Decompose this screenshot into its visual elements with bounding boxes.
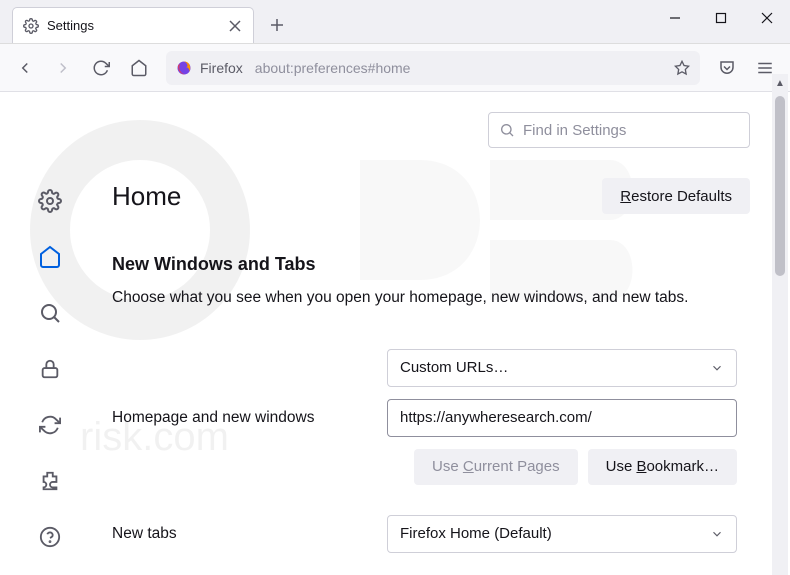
window-maximize-button[interactable] [698,0,744,36]
home-button[interactable] [122,51,156,85]
sidebar-item-home[interactable] [36,243,64,271]
homepage-url-input[interactable] [387,399,737,437]
find-input[interactable] [523,122,739,139]
sidebar-item-general[interactable] [36,187,64,215]
newtabs-label: New tabs [112,525,387,543]
window-close-button[interactable] [744,0,790,36]
homepage-label: Homepage and new windows [112,409,387,427]
chevron-down-icon [710,361,724,375]
page-title: Home [112,181,181,212]
toolbar: Firefox about:preferences#home [0,44,790,92]
url-bar[interactable]: Firefox about:preferences#home [166,51,700,85]
url-address: about:preferences#home [255,60,411,76]
sidebar-item-search[interactable] [36,299,64,327]
use-current-pages-button[interactable]: Use Current Pages [414,449,578,485]
settings-main: Home Restore Defaults New Windows and Ta… [100,92,790,575]
bookmark-star-icon[interactable] [674,60,690,76]
section-heading: New Windows and Tabs [112,254,750,275]
restore-defaults-button[interactable]: Restore Defaults [602,178,750,214]
use-bookmark-button[interactable]: Use Bookmark… [588,449,737,485]
sidebar-item-help[interactable] [36,523,64,551]
scrollbar-thumb[interactable] [775,96,785,276]
back-button[interactable] [8,51,42,85]
forward-button[interactable] [46,51,80,85]
tab-strip: Settings [0,0,790,44]
sidebar-item-extensions[interactable] [36,467,64,495]
tab-title: Settings [47,18,219,33]
tab-settings[interactable]: Settings [12,7,254,43]
chevron-down-icon [710,527,724,541]
sidebar-item-sync[interactable] [36,411,64,439]
section-description: Choose what you see when you open your h… [112,287,750,309]
window-minimize-button[interactable] [652,0,698,36]
pocket-button[interactable] [710,51,744,85]
firefox-logo-icon [176,60,192,76]
newtabs-dropdown[interactable]: Firefox Home (Default) [387,515,737,553]
url-brand: Firefox [200,60,243,76]
sidebar-item-privacy[interactable] [36,355,64,383]
gear-icon [23,18,39,34]
find-in-settings[interactable] [488,112,750,148]
new-tab-button[interactable] [262,10,292,40]
search-icon [499,122,515,138]
settings-sidebar [0,92,100,575]
vertical-scrollbar[interactable]: ▲ [772,92,788,575]
reload-button[interactable] [84,51,118,85]
close-tab-icon[interactable] [227,18,243,34]
homepage-mode-dropdown[interactable]: Custom URLs… [387,349,737,387]
scroll-up-icon[interactable]: ▲ [772,74,788,92]
